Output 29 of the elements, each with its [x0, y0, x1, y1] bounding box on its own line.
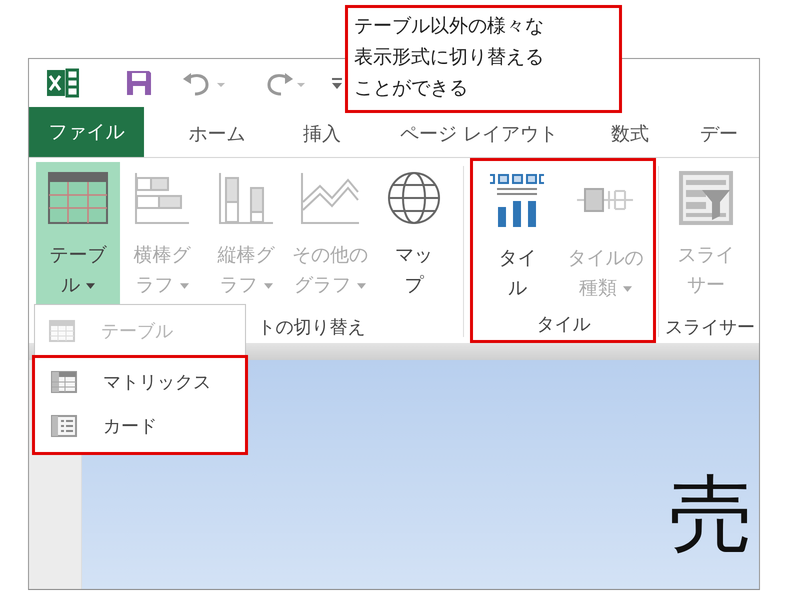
column-chart-icon	[218, 170, 274, 226]
group-label: トの切り替え	[257, 316, 366, 340]
slicer-filter-icon	[678, 170, 734, 226]
ribbon-tab[interactable]: 数式	[600, 119, 660, 149]
table-icon	[48, 170, 108, 226]
matrix-icon	[51, 371, 77, 393]
ribbon-button[interactable]: テーブ ル	[36, 162, 120, 304]
group-label: スライサー	[664, 316, 756, 340]
card-icon	[51, 415, 77, 437]
canvas-title: 売	[669, 469, 753, 559]
table-icon	[49, 320, 75, 342]
ribbon-tab[interactable]: ホーム	[178, 119, 256, 149]
excel-logo-icon[interactable]	[47, 68, 79, 98]
customize-icon[interactable]	[331, 76, 343, 90]
ribbon-tab[interactable]: 挿入	[292, 119, 352, 149]
tiles-icon	[489, 173, 546, 229]
group-label: タイル	[535, 313, 592, 337]
ribbon-button[interactable]: マッ プ	[372, 162, 456, 304]
callout-text: テーブル以外の様々な 表示形式に切り替える ことができる	[345, 5, 622, 113]
save-icon[interactable]	[125, 69, 153, 97]
globe-icon	[387, 170, 441, 226]
line-chart-icon	[300, 170, 360, 226]
ribbon-tab[interactable]: ページ レイアウト	[398, 119, 561, 149]
menu-item[interactable]: カード	[37, 404, 245, 448]
menu-item[interactable]: マトリックス	[37, 360, 245, 404]
tile-type-icon	[575, 185, 636, 215]
ribbon-button[interactable]: タイ ル	[473, 165, 562, 307]
bar-chart-icon	[134, 170, 190, 226]
ribbon-tab[interactable]: デー	[700, 119, 759, 149]
